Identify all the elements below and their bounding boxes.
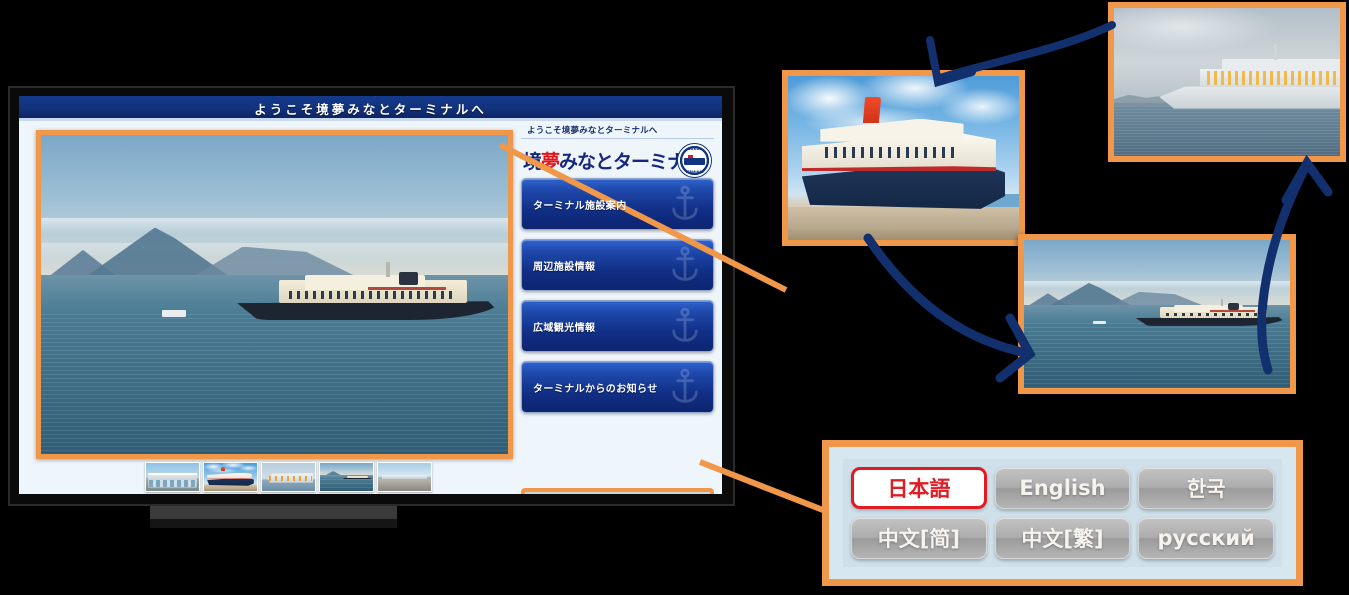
lang-chinese-traditional-large[interactable]: 中文[繁] [994,517,1131,559]
thumb-ship-with-mountains[interactable] [319,462,374,492]
language-selector-callout[interactable]: 日本語 English 한국 中文[简] 中文[繁] русский [822,440,1303,586]
kiosk-header-bar: ようこそ境夢みなとターミナルへ [19,96,722,118]
thumb-pier-view[interactable] [377,462,432,492]
menu-button-terminal-news[interactable]: ターミナルからのお知らせ [521,361,714,413]
breadcrumb: ようこそ境夢みなとターミナルへ [527,126,658,136]
thumb-white-cruise-liner[interactable] [261,462,316,492]
anchor-icon [672,246,698,281]
menu-button-nearby-facilities[interactable]: 周辺施設情報 [521,239,714,291]
menu-label: 広域観光情報 [533,322,596,334]
tv-stand-neck [150,506,397,519]
nippon-maru-docked-photo [782,70,1025,246]
thumb-cruise-ship-blue-hull[interactable] [203,462,258,492]
lang-japanese-large[interactable]: 日本語 [851,467,987,509]
menu-button-terminal-facilities[interactable]: ターミナル施設案内 [521,178,714,230]
lang-chinese-simplified-large[interactable]: 中文[简] [851,517,987,559]
thumbnail-strip[interactable] [145,462,435,492]
menu-label: ターミナル施設案内 [533,200,627,212]
port-emblem-icon: SAKAI TERMINAL [677,143,712,178]
emblem-bottom-text: TERMINAL [685,170,704,174]
tv-display-unit: ようこそ境夢みなとターミナルへ ようこそ境夢みなとターミナルへ 境夢みなとターミ… [8,86,735,506]
logo-text-accent: 夢 [541,151,560,173]
breadcrumb-divider [521,138,714,139]
menu-label: ターミナルからのお知らせ [533,383,658,395]
page-title: ようこそ境夢みなとターミナルへ [254,102,487,117]
lang-russian-large[interactable]: русский [1138,517,1274,559]
menu-button-area-tourism[interactable]: 広域観光情報 [521,300,714,352]
white-cruise-liner-at-dusk-photo [1108,2,1346,162]
arrow-dock-to-sea [863,233,1036,383]
anchor-icon [672,368,698,403]
header-underline [19,118,722,121]
kiosk-menu-column: ようこそ境夢みなとターミナルへ 境夢みなとターミナル SAKAI TERMINA… [521,122,714,480]
logo-text-before: 境 [523,151,542,173]
tv-stand-base [150,519,397,528]
anchor-icon [672,307,698,342]
ship-at-sea-with-mountains-photo-callout [1018,234,1296,394]
anchor-icon [672,185,698,220]
menu-label: 周辺施設情報 [533,261,596,273]
kiosk-logo: 境夢みなとターミナル SAKAI TERMINAL [521,142,714,178]
ship-at-sea-with-mountains-photo [41,135,508,454]
language-selector-panel[interactable]: 日本語 English 한국 中文[简] 中文[繁] русский [521,488,714,494]
main-photo-frame[interactable] [36,130,513,459]
language-button-grid[interactable]: 日本語 English 한국 中文[简] 中文[繁] русский [843,459,1282,567]
lang-korean-large[interactable]: 한국 [1138,467,1274,509]
lang-english-large[interactable]: English [994,467,1131,509]
emblem-top-text: SAKAI [687,147,702,151]
thumb-terminal-building[interactable] [145,462,200,492]
kiosk-screen: ようこそ境夢みなとターミナルへ ようこそ境夢みなとターミナルへ 境夢みなとターミ… [19,96,722,494]
